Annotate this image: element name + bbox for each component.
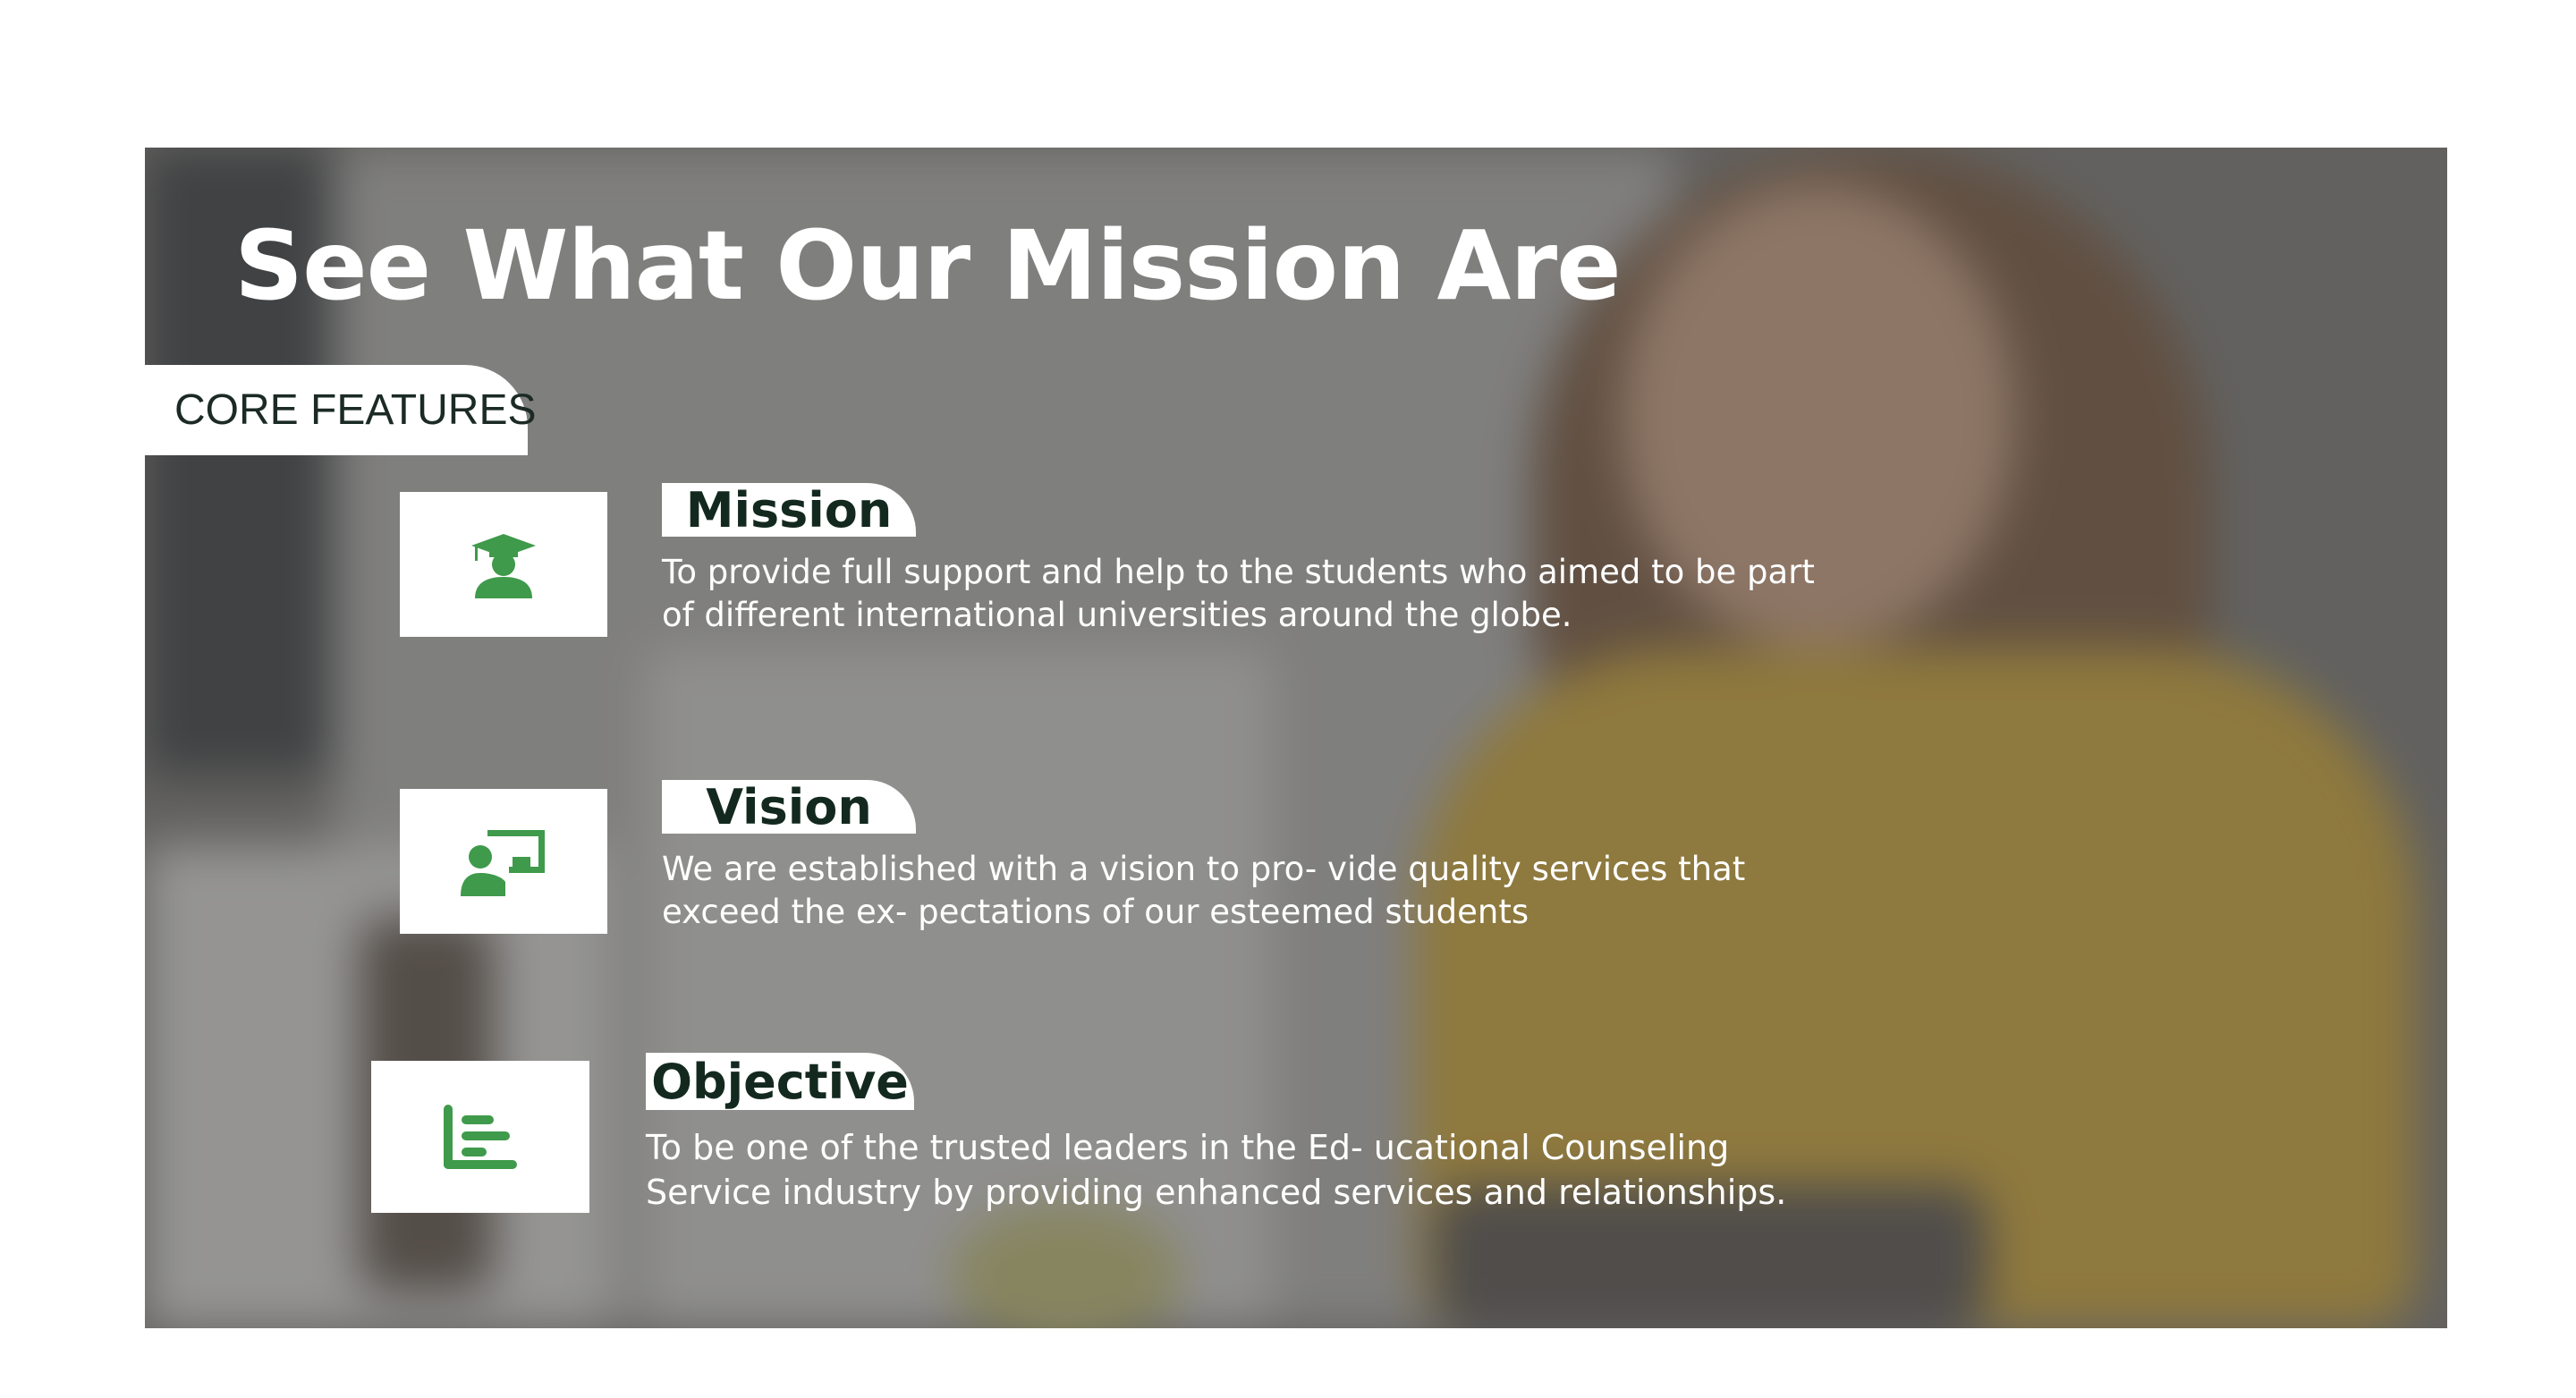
teacher-board-icon [461, 830, 545, 896]
objective-line-2: Service industry by providing enhanced s… [646, 1173, 1787, 1212]
vision-line-1: We are established with a vision to pro-… [662, 850, 1746, 888]
vision-label: Vision [662, 778, 916, 835]
objective-label: Objective [646, 1053, 914, 1110]
mission-line-1: To provide full support and help to the … [662, 553, 1815, 591]
objective-label-text: Objective [651, 1053, 909, 1110]
graduate-icon [471, 534, 536, 598]
objective-line-1: To be one of the trusted leaders in the … [646, 1128, 1730, 1167]
mission-line-2: of different international universities … [662, 596, 1572, 634]
page-title: See What Our Mission Are [234, 211, 1622, 322]
bar-chart-icon [444, 1105, 517, 1169]
mission-label-text: Mission [685, 481, 893, 538]
mission-description: To provide full support and help to the … [662, 551, 1815, 637]
core-features-tag: CORE FEATURES [145, 365, 536, 455]
objective-icon-card [371, 1061, 589, 1213]
objective-description: To be one of the trusted leaders in the … [646, 1125, 1786, 1215]
vision-icon-card [400, 789, 607, 934]
vision-description: We are established with a vision to pro-… [662, 848, 1745, 934]
core-features-label: CORE FEATURES [174, 386, 537, 434]
hero-banner: See What Our Mission Are CORE FEATURES M… [145, 148, 2447, 1328]
mission-label: Mission [662, 481, 916, 538]
vision-label-text: Vision [706, 778, 872, 835]
vision-line-2: exceed the ex- pectations of our esteeme… [662, 893, 1530, 931]
mission-icon-card [400, 492, 607, 637]
